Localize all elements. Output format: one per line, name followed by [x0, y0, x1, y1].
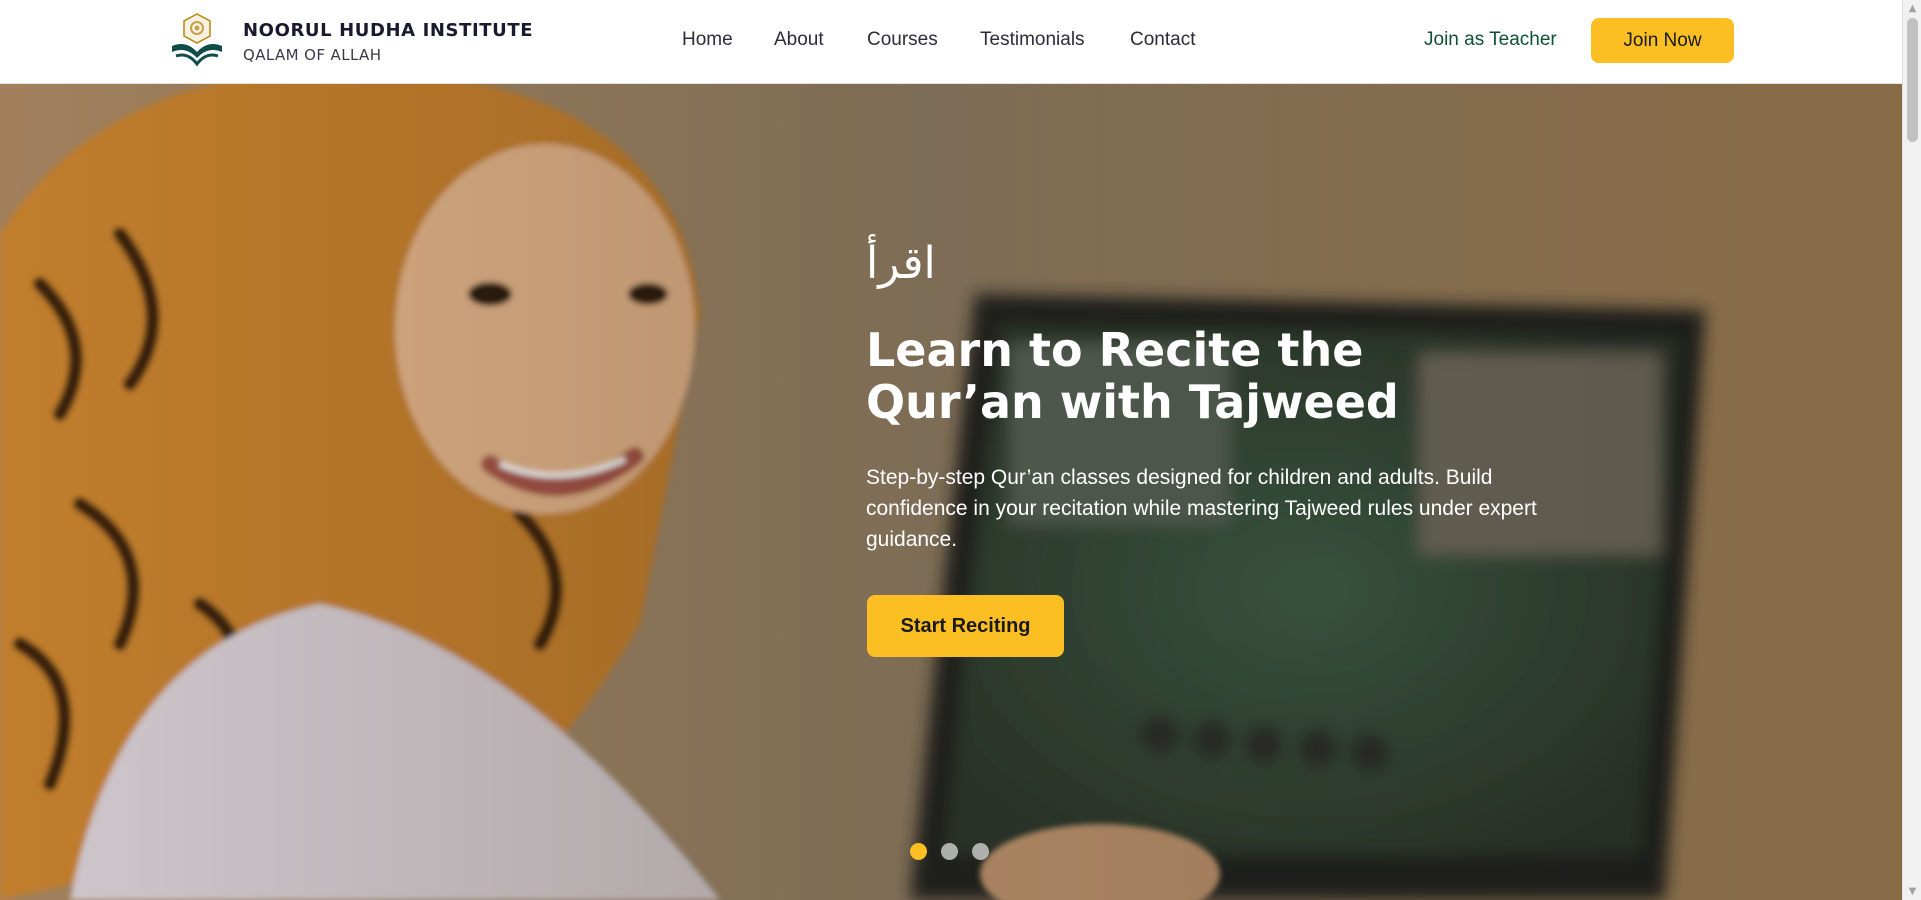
carousel-dot-2[interactable] — [941, 843, 958, 860]
nav-about[interactable]: About — [774, 29, 824, 51]
hero-title: Learn to Recite the Qur’an with Tajweed — [866, 324, 1566, 428]
brand-name[interactable]: NOORUL HUDHA INSTITUTE — [243, 20, 533, 41]
start-reciting-button[interactable]: Start Reciting — [867, 595, 1064, 657]
page-scrollbar[interactable]: ▲ ▼ — [1902, 0, 1921, 900]
nav-courses[interactable]: Courses — [867, 29, 938, 51]
join-as-teacher-link[interactable]: Join as Teacher — [1424, 29, 1557, 51]
hero-title-line-1: Learn to Recite the — [866, 323, 1364, 377]
hero-arabic-text: اقرأ — [866, 238, 936, 289]
nav-contact[interactable]: Contact — [1130, 29, 1195, 51]
hero-title-line-2: Qur’an with Tajweed — [866, 375, 1399, 429]
scroll-up-arrow-icon[interactable]: ▲ — [1903, 0, 1921, 17]
join-now-button[interactable]: Join Now — [1591, 18, 1734, 63]
scroll-thumb[interactable] — [1907, 18, 1918, 142]
hero-section: اقرأ Learn to Recite the Qur’an with Taj… — [0, 84, 1902, 900]
site-header: NOORUL HUDHA INSTITUTE QALAM OF ALLAH Ho… — [0, 0, 1902, 84]
nav-home[interactable]: Home — [682, 29, 733, 51]
logo-icon[interactable] — [166, 12, 228, 70]
carousel-dot-1[interactable] — [910, 843, 927, 860]
brand-tagline: QALAM OF ALLAH — [243, 46, 382, 64]
nav-testimonials[interactable]: Testimonials — [980, 29, 1085, 51]
scroll-down-arrow-icon[interactable]: ▼ — [1903, 883, 1921, 900]
hero-description: Step-by-step Qur’an classes designed for… — [866, 466, 1537, 551]
carousel-dot-3[interactable] — [972, 843, 989, 860]
